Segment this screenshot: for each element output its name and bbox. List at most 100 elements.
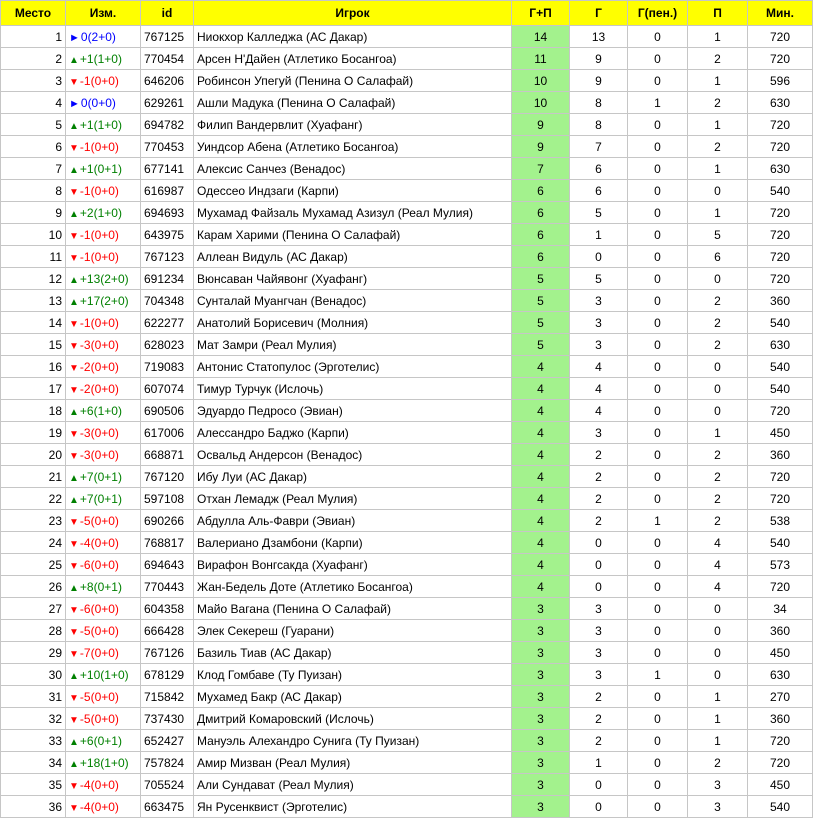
minutes-cell: 34 [747,597,813,620]
change-value: 0(0+0) [80,95,116,110]
table-row[interactable]: 12 ▲+13(2+0) 691234 Вюнсаван Чайявонг (Хуаф… [0,267,813,290]
standings-table: Место Изм. id Игрок Г+П Г Г(пен.) П Мин.… [0,0,813,818]
arrow-up-icon: ▲ [69,670,79,682]
table-row[interactable]: 35 ▼-4(0+0) 705524 Али Сундават (Реал Мулия… [0,773,813,796]
place-cell: 3 [0,69,66,92]
place-cell: 23 [0,509,66,532]
table-row[interactable]: 34 ▲+18(1+0) 757824 Амир Мизван (Реал Мулия… [0,751,813,774]
change-cell: ▲+1(1+0) [65,47,141,70]
header-change[interactable]: Изм. [65,0,141,26]
arrow-up-icon: ▲ [69,208,79,220]
change-cell: ►0(2+0) [65,25,141,48]
table-row[interactable]: 33 ▲+6(0+1) 652427 Мануэль Алехандро Сунига… [0,729,813,752]
table-row[interactable]: 28 ▼-5(0+0) 666428 Элек Секереш (Гуарани) 3 3… [0,619,813,642]
table-row[interactable]: 20 ▼-3(0+0) 668871 Освальд Андерсон (Венадо… [0,443,813,466]
table-row[interactable]: 18 ▲+6(1+0) 690506 Эдуардо Педросо (Эвиан) 4… [0,399,813,422]
table-row[interactable]: 17 ▼-2(0+0) 607074 Тимур Турчук (Ислочь) 4 4 0… [0,377,813,400]
penalty-goals-cell: 0 [627,443,688,466]
table-row[interactable]: 30 ▲+10(1+0) 678129 Клод Гомбаве (Ту Пуизан… [0,663,813,686]
table-row[interactable]: 26 ▲+8(0+1) 770443 Жан-Бедель Доте (Атлетик… [0,575,813,598]
goals-cell: 3 [569,289,628,312]
table-row[interactable]: 13 ▲+17(2+0) 704348 Сунталай Муангчан (Вена… [0,289,813,312]
assists-cell: 0 [687,267,748,290]
table-row[interactable]: 24 ▼-4(0+0) 768817 Валериано Дзамбони (Карп… [0,531,813,554]
change-cell: ▼-5(0+0) [65,685,141,708]
goals-cell: 5 [569,267,628,290]
table-row[interactable]: 23 ▼-5(0+0) 690266 Абдулла Аль-Фаври (Эвиан… [0,509,813,532]
table-row[interactable]: 3 ▼-1(0+0) 646206 Робинсон Упегуй (Пенина О… [0,69,813,92]
table-row[interactable]: 22 ▲+7(0+1) 597108 Отхан Лемадж (Реал Мулия… [0,487,813,510]
arrow-up-icon: ▲ [69,120,79,132]
player-id-cell: 719083 [140,355,194,378]
table-row[interactable]: 36 ▼-4(0+0) 663475 Ян Русенквист (Эрготелис… [0,795,813,818]
place-cell: 16 [0,355,66,378]
penalty-goals-cell: 1 [627,663,688,686]
place-cell: 19 [0,421,66,444]
player-name-cell: Антонис Статопулос (Эрготелис) [193,355,512,378]
table-row[interactable]: 4 ►0(0+0) 629261 Ашли Мадука (Пенина О Сала… [0,91,813,114]
table-row[interactable]: 6 ▼-1(0+0) 770453 Уиндсор Абена (Атлетико Б… [0,135,813,158]
change-cell: ▲+6(0+1) [65,729,141,752]
player-id-cell: 646206 [140,69,194,92]
header-penalty-goals[interactable]: Г(пен.) [627,0,688,26]
header-minutes[interactable]: Мин. [747,0,813,26]
player-id-cell: 767120 [140,465,194,488]
minutes-cell: 360 [747,707,813,730]
change-value: -1(0+0) [79,315,119,330]
minutes-cell: 630 [747,91,813,114]
table-row[interactable]: 8 ▼-1(0+0) 616987 Одессео Индзаги (Карпи) 6 6… [0,179,813,202]
table-row[interactable]: 16 ▼-2(0+0) 719083 Антонис Статопулос (Эрго… [0,355,813,378]
table-row[interactable]: 5 ▲+1(1+0) 694782 Филип Вандервлит (Хуафанг… [0,113,813,136]
change-cell: ▼-1(0+0) [65,179,141,202]
table-row[interactable]: 31 ▼-5(0+0) 715842 Мухамед Бакр (АС Дакар) 3… [0,685,813,708]
change-value: 0(2+0) [80,29,116,44]
goals-cell: 2 [569,685,628,708]
table-row[interactable]: 21 ▲+7(0+1) 767120 Ибу Луи (АС Дакар) 4 2 0 2 72… [0,465,813,488]
goals-plus-assists-cell: 4 [511,421,570,444]
header-goals[interactable]: Г [569,0,628,26]
header-id[interactable]: id [140,0,194,26]
table-row[interactable]: 11 ▼-1(0+0) 767123 Аллеан Видуль (АС Дакар)… [0,245,813,268]
player-id-cell: 652427 [140,729,194,752]
table-row[interactable]: 10 ▼-1(0+0) 643975 Карам Харими (Пенина О С… [0,223,813,246]
table-row[interactable]: 7 ▲+1(0+1) 677141 Алексис Санчез (Венадос) 7… [0,157,813,180]
header-player[interactable]: Игрок [193,0,512,26]
change-cell: ▼-2(0+0) [65,355,141,378]
table-row[interactable]: 14 ▼-1(0+0) 622277 Анатолий Борисевич (Молн… [0,311,813,334]
header-assists[interactable]: П [687,0,748,26]
table-body: 1 ►0(2+0) 767125 Ниокхор Калледжа (АС Дакар… [0,25,813,818]
table-row[interactable]: 27 ▼-6(0+0) 604358 Майо Вагана (Пенина О Са… [0,597,813,620]
table-row[interactable]: 32 ▼-5(0+0) 737430 Дмитрий Комаровский (Исл… [0,707,813,730]
change-value: -7(0+0) [79,645,119,660]
header-place[interactable]: Место [0,0,66,26]
table-row[interactable]: 9 ▲+2(1+0) 694693 Мухамад Файзаль Мухамад А… [0,201,813,224]
minutes-cell: 540 [747,311,813,334]
assists-cell: 0 [687,399,748,422]
penalty-goals-cell: 0 [627,597,688,620]
table-row[interactable]: 25 ▼-6(0+0) 694643 Вирафон Вонгсакда (Хуафа… [0,553,813,576]
penalty-goals-cell: 0 [627,685,688,708]
place-cell: 12 [0,267,66,290]
change-value: -1(0+0) [79,183,119,198]
change-cell: ▲+18(1+0) [65,751,141,774]
goals-cell: 2 [569,443,628,466]
arrow-down-icon: ▼ [69,692,79,704]
header-goals-plus-assists[interactable]: Г+П [511,0,570,26]
place-cell: 6 [0,135,66,158]
change-value: +1(0+1) [79,161,122,176]
change-value: +6(0+1) [79,733,122,748]
place-cell: 25 [0,553,66,576]
arrow-down-icon: ▼ [69,318,79,330]
change-cell: ▼-5(0+0) [65,619,141,642]
goals-plus-assists-cell: 7 [511,157,570,180]
table-row[interactable]: 15 ▼-3(0+0) 628023 Мат Замри (Реал Мулия) 5 3… [0,333,813,356]
goals-cell: 13 [569,25,628,48]
table-row[interactable]: 2 ▲+1(1+0) 770454 Арсен Н'Дайен (Атлетико Б… [0,47,813,70]
change-cell: ▲+1(0+1) [65,157,141,180]
goals-plus-assists-cell: 6 [511,201,570,224]
table-row[interactable]: 19 ▼-3(0+0) 617006 Алессандро Баджо (Карпи)… [0,421,813,444]
table-row[interactable]: 29 ▼-7(0+0) 767126 Базиль Тиав (АС Дакар) 3 3… [0,641,813,664]
goals-cell: 5 [569,201,628,224]
table-row[interactable]: 1 ►0(2+0) 767125 Ниокхор Калледжа (АС Дакар… [0,25,813,48]
change-value: -5(0+0) [79,711,119,726]
